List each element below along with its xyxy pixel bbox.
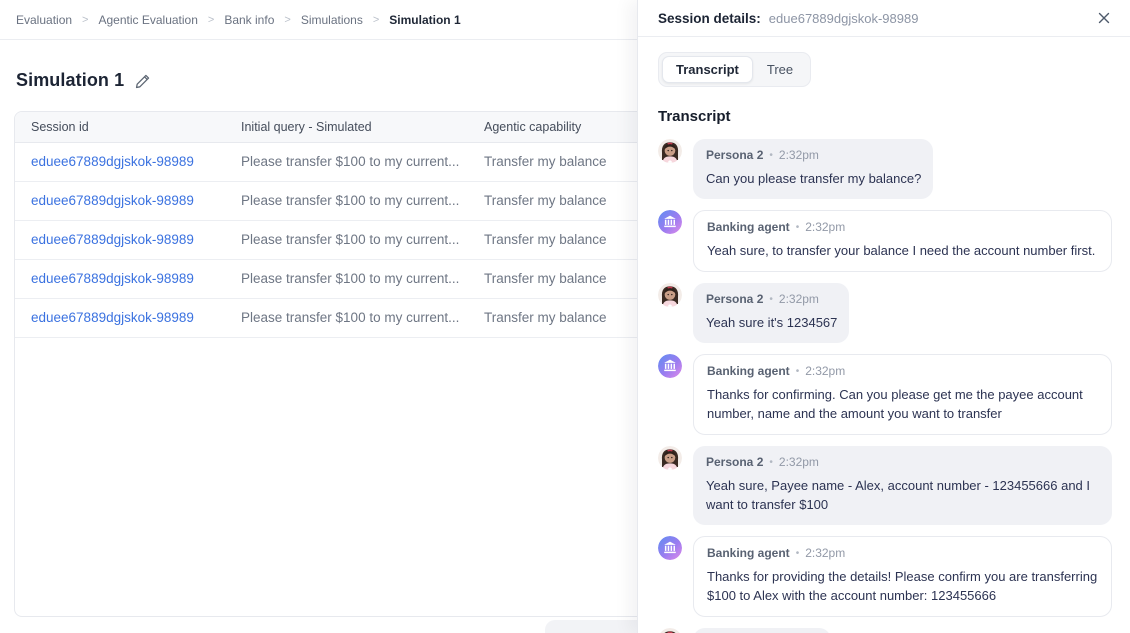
dot-separator: • xyxy=(795,221,800,233)
chat-message: Persona 2 • 2:32pm Yes go ahead! xyxy=(658,628,1112,633)
bottom-overlay-corner xyxy=(545,620,637,633)
breadcrumb-item[interactable]: Evaluation xyxy=(16,13,72,27)
column-header-session-id: Session id xyxy=(15,112,225,143)
breadcrumb-item[interactable]: Simulation 1 xyxy=(389,13,460,27)
initial-query-cell: Please transfer $100 to my current... xyxy=(225,220,468,260)
message-sender: Banking agent xyxy=(707,220,790,234)
message-bubble: Persona 2 • 2:32pm Yeah sure, Payee name… xyxy=(693,446,1112,525)
message-time: 2:32pm xyxy=(778,148,819,162)
session-details-panel: Session details: edue67889dgjskok-98989 … xyxy=(637,0,1130,633)
chat-message: Persona 2 • 2:32pm Can you please transf… xyxy=(658,139,1112,199)
persona-woman-avatar xyxy=(658,446,682,470)
message-bubble: Persona 2 • 2:32pm Can you please transf… xyxy=(693,139,934,199)
session-id-link[interactable]: eduee67889dgjskok-98989 xyxy=(31,154,194,169)
message-sender: Persona 2 xyxy=(706,292,764,306)
session-id-link[interactable]: eduee67889dgjskok-98989 xyxy=(31,310,194,325)
chat-message: Persona 2 • 2:32pm Yeah sure, Payee name… xyxy=(658,446,1112,525)
dot-separator: • xyxy=(795,547,800,559)
message-time: 2:32pm xyxy=(805,546,846,560)
persona-woman-avatar xyxy=(658,628,682,633)
message-text: Yeah sure, Payee name - Alex, account nu… xyxy=(706,478,1091,512)
chevron-right-icon: > xyxy=(82,13,89,26)
session-details-id: edue67889dgjskok-98989 xyxy=(768,10,919,26)
tab-transcript[interactable]: Transcript xyxy=(662,56,753,83)
initial-query-cell: Please transfer $100 to my current... xyxy=(225,298,468,338)
transcript-section-title: Transcript xyxy=(658,108,731,125)
breadcrumb-item[interactable]: Simulations xyxy=(301,13,363,27)
transcript-tree-tabs: Transcript Tree xyxy=(658,52,812,87)
message-bubble: Banking agent • 2:32pm Yeah sure, to tra… xyxy=(693,210,1112,272)
persona-woman-avatar xyxy=(658,283,682,307)
message-time: 2:32pm xyxy=(778,455,819,469)
tab-tree[interactable]: Tree xyxy=(753,56,807,83)
bank-building-avatar xyxy=(658,210,682,234)
chat-message: Persona 2 • 2:32pm Yeah sure it's 123456… xyxy=(658,283,1112,343)
session-details-header: Session details: edue67889dgjskok-98989 xyxy=(638,0,1130,37)
dot-separator: • xyxy=(795,365,800,377)
bank-building-avatar xyxy=(658,536,682,560)
column-header-initial-query: Initial query - Simulated xyxy=(225,112,468,143)
dot-separator: • xyxy=(769,456,773,468)
message-bubble: Banking agent • 2:32pm Thanks for confir… xyxy=(693,354,1112,435)
message-text: Thanks for providing the details! Please… xyxy=(707,569,1098,603)
chevron-right-icon: > xyxy=(372,13,380,26)
message-text: Yeah sure it's 1234567 xyxy=(706,315,838,330)
message-text: Yeah sure, to transfer your balance I ne… xyxy=(707,243,1096,258)
message-bubble: Persona 2 • 2:32pm Yes go ahead! xyxy=(693,628,831,633)
message-time: 2:32pm xyxy=(805,220,846,234)
initial-query-cell: Please transfer $100 to my current... xyxy=(225,142,468,182)
dot-separator: • xyxy=(769,149,773,161)
chat-message: Banking agent • 2:32pm Thanks for confir… xyxy=(658,354,1112,435)
message-text: Can you please transfer my balance? xyxy=(706,171,922,186)
breadcrumb-item[interactable]: Bank info xyxy=(224,13,274,27)
session-id-link[interactable]: eduee67889dgjskok-98989 xyxy=(31,232,194,247)
message-bubble: Banking agent • 2:32pm Thanks for provid… xyxy=(693,536,1112,617)
message-sender: Banking agent xyxy=(707,546,790,560)
session-id-link[interactable]: eduee67889dgjskok-98989 xyxy=(31,193,194,208)
chat-message: Banking agent • 2:32pm Yeah sure, to tra… xyxy=(658,210,1112,272)
message-sender: Persona 2 xyxy=(706,455,764,469)
persona-woman-avatar xyxy=(658,139,682,163)
initial-query-cell: Please transfer $100 to my current... xyxy=(225,181,468,221)
message-sender: Persona 2 xyxy=(706,148,764,162)
page-title: Simulation 1 xyxy=(16,70,125,90)
message-time: 2:32pm xyxy=(805,364,846,378)
chat-message: Banking agent • 2:32pm Thanks for provid… xyxy=(658,536,1112,617)
close-icon[interactable] xyxy=(1094,8,1114,28)
initial-query-cell: Please transfer $100 to my current... xyxy=(225,259,468,299)
breadcrumb-item[interactable]: Agentic Evaluation xyxy=(98,13,197,27)
message-time: 2:32pm xyxy=(778,292,819,306)
transcript-messages: Persona 2 • 2:32pm Can you please transf… xyxy=(658,139,1112,633)
bank-building-avatar xyxy=(658,354,682,378)
message-text: Thanks for confirming. Can you please ge… xyxy=(707,387,1083,421)
session-id-link[interactable]: eduee67889dgjskok-98989 xyxy=(31,271,194,286)
chevron-right-icon: > xyxy=(284,13,291,26)
chevron-right-icon: > xyxy=(207,13,215,26)
message-sender: Banking agent xyxy=(707,364,790,378)
dot-separator: • xyxy=(769,293,773,305)
session-details-title: Session details: xyxy=(658,10,761,26)
edit-pencil-icon[interactable] xyxy=(134,73,151,90)
message-bubble: Persona 2 • 2:32pm Yeah sure it's 123456… xyxy=(693,283,850,343)
